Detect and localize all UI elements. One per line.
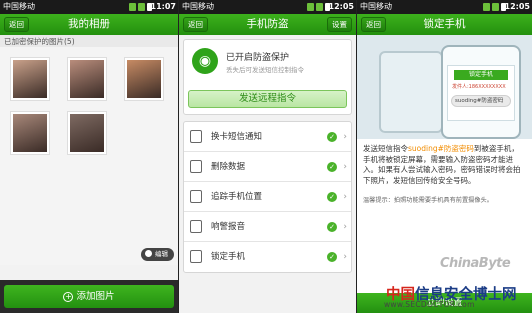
- sms-bubble: suoding#防盗密码: [451, 95, 511, 107]
- signal-icon: [492, 3, 499, 11]
- tip-text: 温馨提示：拍照功能需要手机具有前置摄像头。: [363, 197, 493, 204]
- watermark-char: 网: [502, 286, 517, 303]
- notification-icon: [483, 3, 490, 11]
- clock: 11:07: [150, 2, 176, 11]
- carrier-label: 中国移动: [182, 2, 214, 11]
- photo-image: [13, 114, 47, 152]
- signal-icon: [316, 3, 323, 11]
- signal-icon: [138, 3, 145, 11]
- check-icon: ✓: [327, 162, 337, 172]
- command-highlight: suoding#防盗密码: [408, 144, 474, 153]
- page-title: 锁定手机: [423, 18, 466, 30]
- notification-icon: [307, 3, 314, 11]
- chevron-right-icon: ›: [343, 192, 347, 202]
- protection-hint: 丢失后可发送短信控制指令: [226, 66, 304, 74]
- back-button[interactable]: 返回: [361, 17, 386, 32]
- photo-thumbnail[interactable]: [67, 57, 107, 101]
- photo-image: [127, 60, 161, 98]
- protection-card: ◉ 已开启防盗保护 丢失后可发送短信控制指令 发送远程指令: [183, 39, 352, 115]
- title-bar: 返回 手机防盗 设置: [179, 14, 356, 35]
- lock-description: 发送短信指令suoding#防盗密码到被盗手机，手机将被锁定屏幕，需要输入防盗密…: [363, 144, 526, 186]
- watermark-char: 士: [487, 286, 503, 303]
- phone-illustration-back: [379, 51, 443, 133]
- menu-item-label: 删除数据: [211, 162, 246, 172]
- menu-item-delete-data[interactable]: 删除数据 ✓ ›: [184, 152, 351, 182]
- lock-screen-title: 锁定手机: [454, 70, 508, 80]
- chevron-right-icon: ›: [343, 252, 347, 262]
- add-photo-label: 添加图片: [76, 291, 115, 302]
- photo-image: [13, 60, 47, 98]
- phone-screen: 锁定手机 发件人:186XXXXXXXX suoding#防盗密码: [447, 65, 515, 121]
- notification-icon: [129, 3, 136, 11]
- page-title: 我的相册: [68, 18, 110, 30]
- edit-button[interactable]: 编辑: [141, 248, 174, 261]
- status-icons: [129, 2, 152, 12]
- status-bar: 中国移动 12:05: [179, 0, 356, 14]
- carrier-label: 中国移动: [360, 2, 392, 11]
- send-remote-command-button[interactable]: 发送远程指令: [188, 90, 347, 108]
- check-icon: ✓: [327, 192, 337, 202]
- protection-status: 已开启防盗保护: [226, 53, 290, 63]
- description-text: 发送短信指令: [363, 144, 408, 153]
- add-photo-button[interactable]: + 添加图片: [4, 285, 174, 308]
- trash-icon: [190, 160, 202, 173]
- album-screen: 中国移动 11:07 返回 我的相册 已加密保护的图片(5) 编辑 + 添加图片: [0, 0, 178, 313]
- envelope-icon: [190, 130, 202, 143]
- settings-button[interactable]: 设置: [327, 17, 352, 32]
- photo-image: [70, 114, 104, 152]
- photo-grid: 编辑: [0, 47, 178, 265]
- menu-item-label: 追踪手机位置: [211, 192, 263, 202]
- lock-icon: [190, 250, 202, 263]
- chevron-right-icon: ›: [343, 162, 347, 172]
- plus-icon: +: [63, 292, 74, 302]
- lock-illustration: 锁定手机 发件人:186XXXXXXXX suoding#防盗密码: [357, 35, 532, 139]
- photo-thumbnail[interactable]: [10, 111, 50, 155]
- back-button[interactable]: 返回: [4, 17, 29, 32]
- chevron-right-icon: ›: [343, 222, 347, 232]
- menu-item-track-location[interactable]: 追踪手机位置 ✓ ›: [184, 182, 351, 212]
- page-title: 手机防盗: [246, 18, 289, 30]
- chevron-right-icon: ›: [343, 132, 347, 142]
- title-bar: 返回 锁定手机: [357, 14, 532, 35]
- location-icon: [190, 190, 202, 203]
- feature-list: 换卡短信通知 ✓ › 删除数据 ✓ › 追踪手机位置 ✓ › 响警报音 ✓ › …: [183, 121, 352, 273]
- speaker-icon: [190, 220, 202, 233]
- menu-item-lock-phone[interactable]: 锁定手机 ✓ ›: [184, 242, 351, 272]
- chinabyte-watermark: ChinaByte: [440, 256, 511, 271]
- photo-thumbnail[interactable]: [10, 57, 50, 101]
- menu-item-sim-change-notify[interactable]: 换卡短信通知 ✓ ›: [184, 122, 351, 152]
- shield-lock-icon: ◉: [192, 48, 218, 74]
- status-bar: 中国移动 12:05: [357, 0, 532, 14]
- photo-image: [70, 60, 104, 98]
- pencil-icon: [145, 250, 152, 257]
- menu-item-label: 锁定手机: [211, 252, 246, 262]
- check-icon: ✓: [327, 132, 337, 142]
- check-icon: ✓: [327, 252, 337, 262]
- carrier-label: 中国移动: [3, 2, 35, 11]
- menu-item-alarm[interactable]: 响警报音 ✓ ›: [184, 212, 351, 242]
- photo-thumbnail[interactable]: [67, 111, 107, 155]
- bottom-bar: + 添加图片: [0, 280, 178, 313]
- watermark-char: 博: [473, 286, 488, 303]
- sms-sender: 发件人:186XXXXXXXX: [452, 84, 506, 90]
- status-bar: 中国移动 11:07: [0, 0, 178, 14]
- encrypted-photos-label: 已加密保护的图片(5): [0, 35, 178, 47]
- edit-label: 编辑: [155, 250, 168, 258]
- status-icons: [307, 2, 330, 12]
- back-button[interactable]: 返回: [183, 17, 208, 32]
- watermark-url: www.SECDOCTOR.com: [384, 300, 475, 309]
- clock: 12:05: [504, 2, 530, 11]
- clock: 12:05: [328, 2, 354, 11]
- title-bar: 返回 我的相册: [0, 14, 178, 35]
- check-icon: ✓: [327, 222, 337, 232]
- phone-illustration-front: 锁定手机 发件人:186XXXXXXXX suoding#防盗密码: [441, 45, 521, 139]
- photo-thumbnail[interactable]: [124, 57, 164, 101]
- menu-item-label: 响警报音: [211, 222, 246, 232]
- status-icons: [483, 2, 506, 12]
- anti-theft-screen: 中国移动 12:05 返回 手机防盗 设置 ◉ 已开启防盗保护 丢失后可发送短信…: [179, 0, 356, 313]
- menu-item-label: 换卡短信通知: [211, 132, 263, 142]
